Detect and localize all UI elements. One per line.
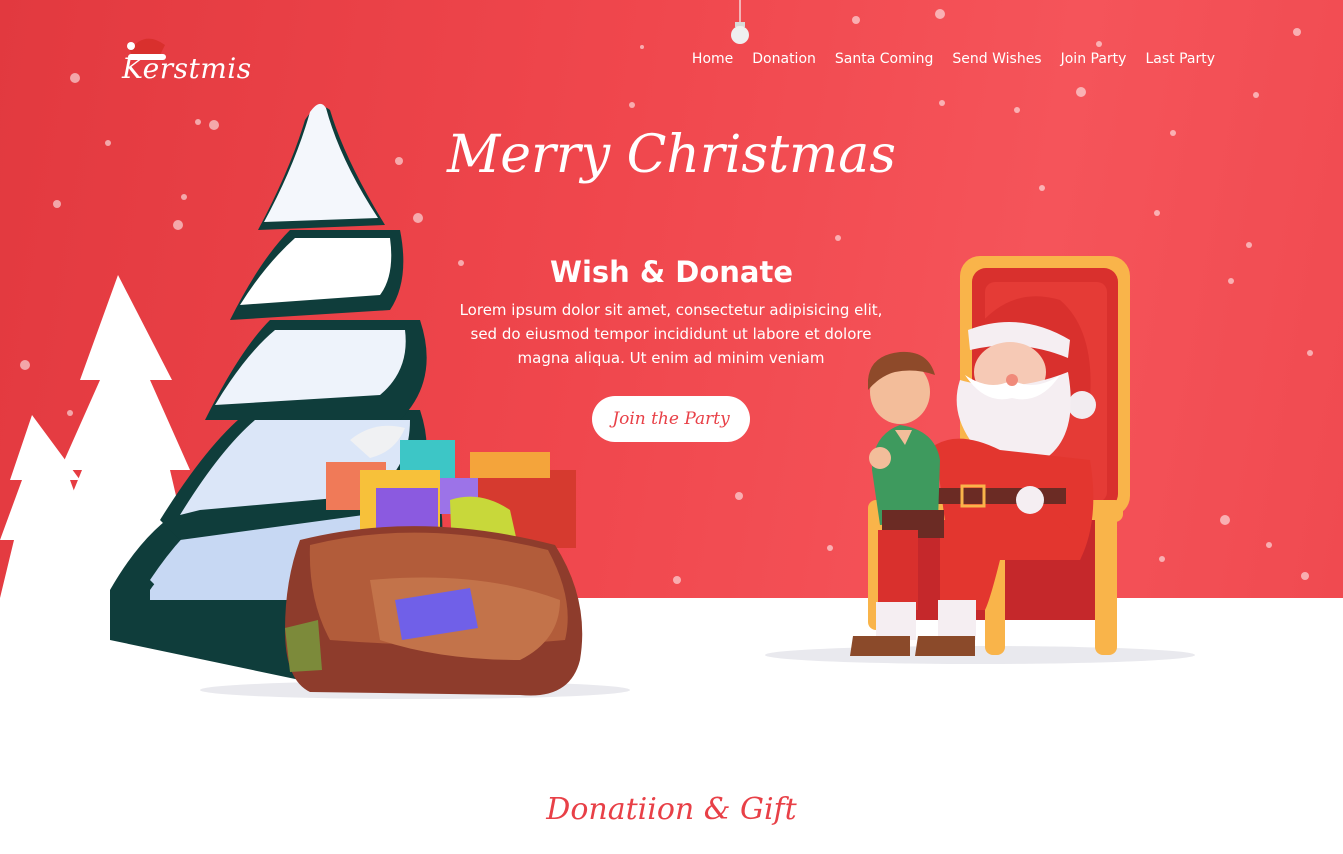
- hero-title: Wish & Donate: [549, 255, 794, 289]
- hero-script-title: Merry Christmas: [447, 125, 896, 185]
- gift-sack: [285, 526, 583, 696]
- nav-join-party[interactable]: Join Party: [1061, 51, 1127, 67]
- nav-donation[interactable]: Donation: [752, 51, 816, 67]
- nav-santa-coming[interactable]: Santa Coming: [835, 51, 934, 67]
- nav-home[interactable]: Home: [692, 51, 733, 67]
- landing-page: Kerstmis Home Donation Santa Coming Send…: [0, 0, 1343, 854]
- hero-description: Lorem ipsum dolor sit amet, consectetur …: [459, 301, 883, 367]
- brand-logo[interactable]: Kerstmis: [122, 52, 252, 85]
- chair-shadow: [765, 646, 1195, 664]
- donation-gift-heading: Donatiion & Gift: [546, 792, 797, 827]
- nav-send-wishes[interactable]: Send Wishes: [952, 51, 1041, 67]
- ornament-icon: [731, 22, 749, 44]
- nav-last-party[interactable]: Last Party: [1145, 51, 1215, 67]
- join-party-button[interactable]: Join the Party: [592, 396, 750, 442]
- main-nav: Home Donation Santa Coming Send Wishes J…: [692, 51, 1215, 67]
